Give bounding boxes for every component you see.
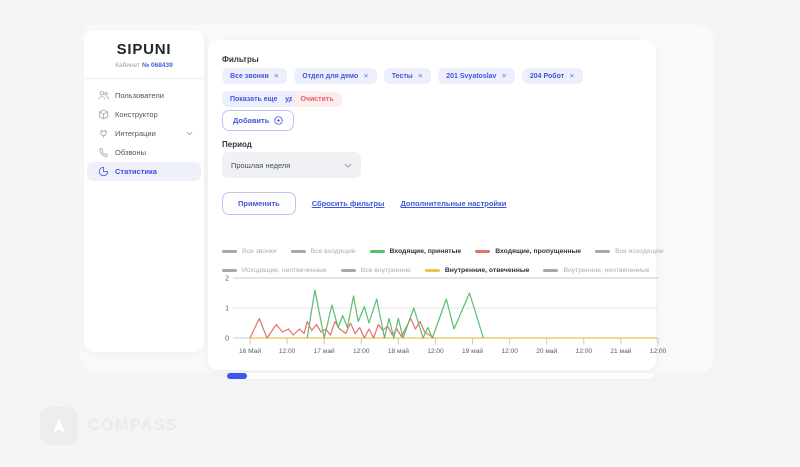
- x-axis-label: 19 май: [462, 347, 483, 355]
- compass-watermark-text: COMPASS: [88, 417, 178, 435]
- legend-swatch: [543, 269, 558, 272]
- series-входящие-принятые: [307, 290, 483, 338]
- compass-watermark: COMPASS: [40, 407, 178, 445]
- main-panel: Фильтры Все звонки ✕ Отдел для демо ✕ Тесты ✕…: [208, 40, 656, 370]
- sidebar-item-label: Интеграции: [115, 129, 156, 138]
- period-select[interactable]: Прошлая неделя: [222, 152, 361, 178]
- clear-filters-button[interactable]: Очистить: [292, 92, 341, 107]
- divider: [84, 78, 204, 79]
- period-label: Период: [222, 140, 252, 149]
- legend-swatch: [341, 269, 356, 272]
- remove-icon[interactable]: ✕: [418, 72, 423, 80]
- sidebar: SIPUNI Кабинет№ 068439 Пользователи Конст…: [84, 30, 204, 352]
- cabinet-number: № 068439: [142, 62, 173, 69]
- cube-icon: [98, 109, 109, 120]
- scrollbar-thumb[interactable]: [227, 373, 247, 379]
- y-axis-label: 2: [225, 276, 229, 283]
- x-axis-label: 20 май: [536, 347, 557, 355]
- legend-item[interactable]: Входящие, принятые: [370, 248, 462, 255]
- filter-chip-label: Отдел для демо: [302, 73, 358, 80]
- filters-title: Фильтры: [222, 55, 259, 64]
- add-filter-label: Добавить: [233, 116, 269, 125]
- legend-label: Все звонки: [242, 248, 277, 255]
- legend-swatch: [425, 269, 440, 272]
- users-icon: [98, 90, 109, 101]
- show-more-button[interactable]: Показать еще: [222, 92, 285, 107]
- x-axis-label: 12:00: [650, 348, 667, 355]
- legend-item[interactable]: Все звонки: [222, 248, 277, 255]
- chart-scrollbar[interactable]: [225, 372, 655, 380]
- filter-chip[interactable]: Отдел для демо ✕: [294, 68, 377, 84]
- filter-chip[interactable]: Все звонки ✕: [222, 68, 287, 84]
- x-axis-label: 17 май: [314, 347, 335, 355]
- chevron-down-icon: [186, 131, 193, 136]
- pie-icon: [98, 166, 109, 177]
- sidebar-item-label: Конструктор: [115, 110, 158, 119]
- x-axis-label: 12:00: [353, 348, 370, 355]
- legend-item[interactable]: Все исходящие: [595, 248, 664, 255]
- logo: SIPUNI: [84, 41, 204, 58]
- filter-chip-label: Тесты: [392, 73, 413, 80]
- legend-label: Входящие, пропущенные: [495, 248, 581, 255]
- remove-icon[interactable]: ✕: [569, 72, 574, 80]
- sidebar-item-label: Пользователи: [115, 91, 164, 100]
- remove-icon[interactable]: ✕: [274, 72, 279, 80]
- chevron-down-icon: [344, 163, 352, 168]
- x-axis-label: 12:00: [576, 348, 593, 355]
- sidebar-item-label: Обзвоны: [115, 148, 146, 157]
- reset-filters-link[interactable]: Сбросить фильтры: [312, 199, 385, 208]
- legend-swatch: [222, 269, 237, 272]
- x-axis-label: 12:00: [427, 348, 444, 355]
- sidebar-item-label: Статистика: [115, 167, 157, 176]
- sidebar-menu: Пользователи Конструктор Интеграции Обзвоны…: [84, 86, 204, 181]
- legend-label: Входящие, принятые: [390, 248, 462, 255]
- y-axis-label: 1: [225, 306, 229, 313]
- filter-actions-row: Показать еще Очистить: [222, 92, 342, 107]
- x-axis-label: 21 май: [610, 347, 631, 355]
- legend-item[interactable]: Все входящие: [291, 248, 356, 255]
- legend-swatch: [370, 250, 385, 253]
- actions-row: Применить Сбросить фильтры Дополнительны…: [222, 192, 506, 215]
- app-container: SIPUNI Кабинет№ 068439 Пользователи Конст…: [80, 25, 714, 373]
- integrations-icon: [98, 128, 109, 139]
- filter-chip[interactable]: 201 Svyatoslav ✕: [438, 68, 515, 84]
- filter-chip[interactable]: Тесты ✕: [384, 68, 431, 84]
- legend-label: Все входящие: [311, 248, 356, 255]
- phone-icon: [98, 147, 109, 158]
- period-value: Прошлая неделя: [231, 161, 344, 170]
- cabinet-info: Кабинет№ 068439: [84, 62, 204, 69]
- legend-item[interactable]: Входящие, пропущенные: [475, 248, 581, 255]
- sidebar-item-constructor[interactable]: Конструктор: [87, 105, 201, 124]
- sidebar-item-users[interactable]: Пользователи: [87, 86, 201, 105]
- legend-swatch: [475, 250, 490, 253]
- x-axis-label: 18 май: [388, 347, 409, 355]
- legend-swatch: [595, 250, 610, 253]
- y-axis-label: 0: [225, 336, 229, 343]
- compass-logo-icon: [40, 407, 78, 445]
- calls-line-chart: 0 1 2 16 Май 12:00 17 май 12:00 18 май 12:00 19 м…: [222, 273, 668, 359]
- filter-chip-label: 204 Робот: [530, 73, 564, 80]
- remove-icon[interactable]: ✕: [501, 72, 506, 80]
- cabinet-label: Кабинет: [115, 62, 140, 69]
- plus-circle-icon: [274, 116, 283, 125]
- filter-chip-label: 201 Svyatoslav: [446, 73, 496, 80]
- add-filter-button[interactable]: Добавить: [222, 110, 294, 131]
- apply-button[interactable]: Применить: [222, 192, 296, 215]
- filter-chip-label: Все звонки: [230, 73, 269, 80]
- sidebar-item-integrations[interactable]: Интеграции: [87, 124, 201, 143]
- x-axis-label: 12:00: [279, 348, 296, 355]
- sidebar-item-statistics[interactable]: Статистика: [87, 162, 201, 181]
- x-axis-label: 16 Май: [239, 347, 261, 355]
- advanced-settings-link[interactable]: Дополнительные настройки: [400, 199, 506, 208]
- legend-label: Все исходящие: [615, 248, 664, 255]
- legend-row: Все звонки Все входящие Входящие, принятые…: [222, 248, 650, 255]
- legend-swatch: [291, 250, 306, 253]
- x-axis-label: 12:00: [501, 348, 518, 355]
- sidebar-item-calls[interactable]: Обзвоны: [87, 143, 201, 162]
- remove-icon[interactable]: ✕: [363, 72, 368, 80]
- filter-chip[interactable]: 204 Робот ✕: [522, 68, 583, 84]
- legend-swatch: [222, 250, 237, 253]
